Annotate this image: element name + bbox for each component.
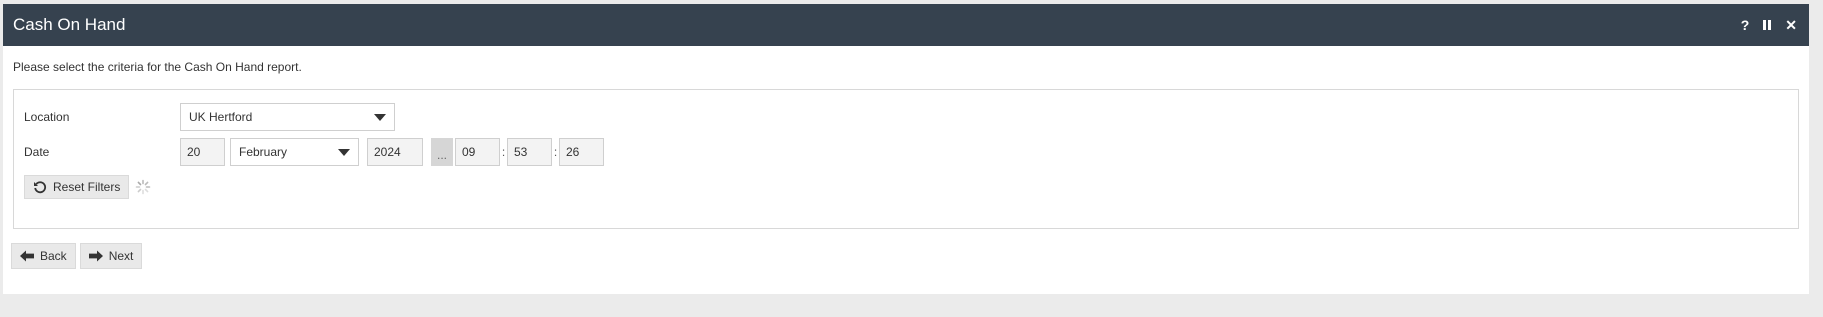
reset-icon — [34, 181, 47, 194]
time-separator: : — [501, 145, 506, 159]
back-button[interactable]: Back — [11, 243, 76, 269]
hour-field[interactable]: 09 — [455, 138, 500, 166]
back-label: Back — [40, 249, 67, 263]
reset-filters-label: Reset Filters — [53, 180, 121, 194]
date-row: Date 20 February 2024 ... 09 : 53 : 26 — [24, 138, 604, 166]
intro-text: Please select the criteria for the Cash … — [13, 60, 302, 74]
pause-icon[interactable] — [1763, 20, 1772, 30]
window-title: Cash On Hand — [13, 15, 126, 34]
location-row: Location UK Hertford — [24, 103, 395, 131]
next-label: Next — [108, 249, 134, 263]
loading-spinner-icon — [136, 179, 151, 195]
chevron-down-icon — [338, 148, 350, 156]
window-controls: ? ✕ — [1741, 17, 1799, 34]
close-icon[interactable]: ✕ — [1785, 17, 1797, 34]
date-picker-button[interactable]: ... — [431, 138, 453, 166]
report-window: Cash On Hand ? ✕ Please select the crite… — [3, 4, 1809, 294]
day-field[interactable]: 20 — [180, 138, 225, 166]
minute-field[interactable]: 53 — [507, 138, 552, 166]
second-field[interactable]: 26 — [559, 138, 604, 166]
chevron-down-icon — [374, 113, 386, 121]
time-separator: : — [553, 145, 558, 159]
reset-row: Reset Filters — [24, 175, 151, 199]
reset-filters-button[interactable]: Reset Filters — [24, 175, 130, 199]
month-value: February — [239, 145, 288, 159]
arrow-left-icon — [20, 250, 34, 262]
window-titlebar: Cash On Hand ? ✕ — [3, 4, 1809, 46]
filter-panel: Location UK Hertford Date 20 February 20… — [13, 89, 1799, 229]
arrow-right-icon — [88, 250, 103, 262]
date-label: Date — [24, 145, 50, 159]
help-icon[interactable]: ? — [1741, 17, 1750, 33]
location-select[interactable]: UK Hertford — [180, 103, 395, 131]
year-field[interactable]: 2024 — [367, 138, 423, 166]
location-value: UK Hertford — [189, 110, 253, 124]
nav-buttons: Back Next — [11, 243, 143, 269]
month-select[interactable]: February — [230, 138, 359, 166]
next-button[interactable]: Next — [79, 243, 143, 269]
location-label: Location — [24, 110, 70, 124]
